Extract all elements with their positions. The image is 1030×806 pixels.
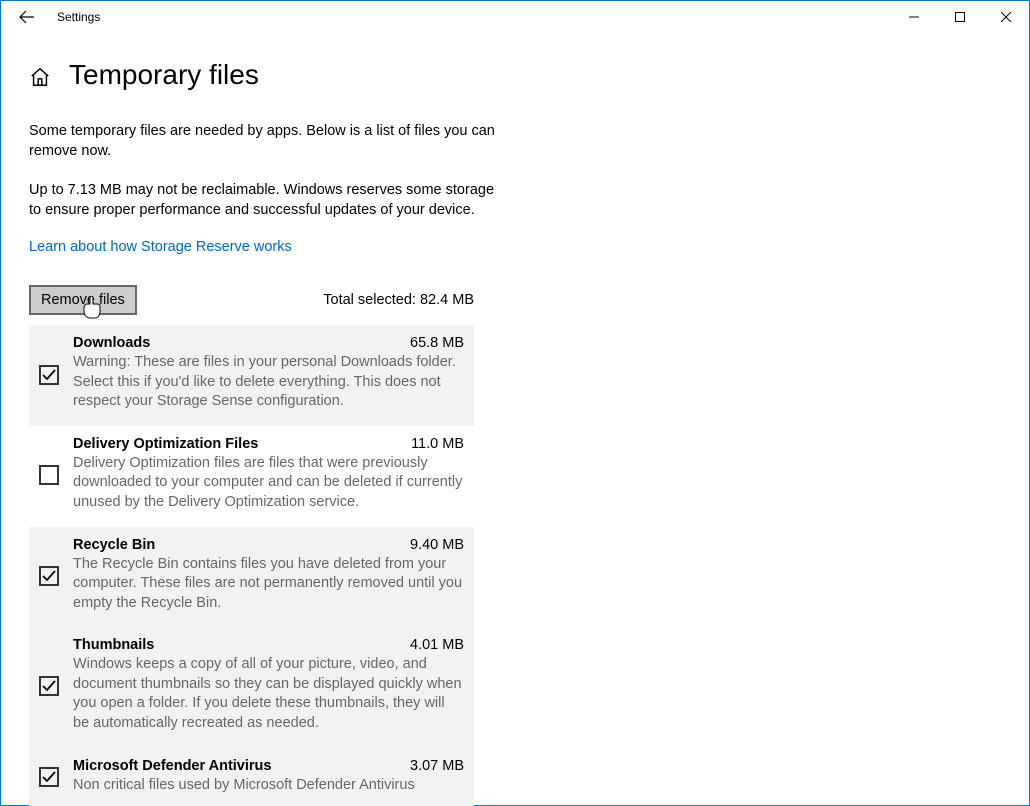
remove-files-button[interactable]: Remove files [29,285,137,315]
item-desc: Delivery Optimization files are files th… [73,454,464,513]
check-icon [42,570,56,582]
list-item[interactable]: Delivery Optimization Files11.0 MBDelive… [29,426,474,527]
checkbox[interactable] [39,676,59,696]
item-name: Delivery Optimization Files [73,436,258,452]
storage-reserve-link[interactable]: Learn about how Storage Reserve works [29,239,292,255]
item-head: Delivery Optimization Files 11.0 MB [73,436,464,452]
intro-section: Some temporary files are needed by apps.… [29,121,499,285]
item-body: Thumbnails 4.01 MB Windows keeps a copy of… [73,637,464,733]
intro-text-2: Up to 7.13 MB may not be reclaimable. Wi… [29,180,499,221]
check-icon [42,771,56,783]
total-selected: Total selected: 82.4 MB [323,292,474,308]
item-head: Downloads 65.8 MB [73,335,464,351]
back-button[interactable] [7,1,47,33]
item-size: 65.8 MB [410,335,464,351]
close-icon [1001,12,1011,22]
item-size: 9.40 MB [410,537,464,553]
minimize-icon [909,12,919,22]
back-arrow-icon [19,9,35,25]
list-item[interactable]: Downloads 65.8 MB Warning: These are files… [29,325,474,426]
item-head: Microsoft Defender Antivirus 3.07 MB [73,758,464,774]
item-size: 4.01 MB [410,637,464,653]
temp-files-list: Downloads 65.8 MB Warning: These are files… [29,325,474,806]
settings-window: Settings Temporary files Some temporary … [0,0,1030,806]
list-item[interactable]: Thumbnails 4.01 MB Windows keeps a copy of… [29,627,474,747]
item-body: Microsoft Defender Antivirus 3.07 MB Non c… [73,758,464,796]
item-name: Microsoft Defender Antivirus [73,758,271,774]
page-header: Temporary files [29,59,1029,91]
item-desc: The Recycle Bin contains files you have … [73,555,464,614]
check-icon [42,680,56,692]
item-desc: Non critical files used by Microsoft Def… [73,776,464,796]
checkbox[interactable] [39,767,59,787]
checkbox[interactable] [39,365,59,385]
intro-text-1: Some temporary files are needed by apps.… [29,121,499,162]
window-controls [891,1,1029,33]
check-icon [42,369,56,381]
item-body: Recycle Bin 9.40 MB The Recycle Bin contai… [73,537,464,614]
item-name: Recycle Bin [73,537,155,553]
list-item[interactable]: Microsoft Defender Antivirus 3.07 MB Non c… [29,748,474,806]
minimize-button[interactable] [891,1,937,33]
maximize-button[interactable] [937,1,983,33]
item-desc: Windows keeps a copy of all of your pict… [73,655,464,733]
titlebar: Settings [1,1,1029,33]
checkbox[interactable] [39,566,59,586]
item-head: Recycle Bin 9.40 MB [73,537,464,553]
maximize-icon [955,12,965,22]
item-desc: Warning: These are files in your persona… [73,353,464,412]
item-size: 3.07 MB [410,758,464,774]
list-item[interactable]: Recycle Bin 9.40 MB The Recycle Bin contai… [29,527,474,628]
item-name: Thumbnails [73,637,154,653]
app-title: Settings [57,10,100,24]
item-name: Downloads [73,335,150,351]
page-content: Temporary files Some temporary files are… [1,33,1029,806]
close-button[interactable] [983,1,1029,33]
page-title: Temporary files [69,59,259,91]
action-row: Remove files Total selected: 82.4 MB [29,285,474,315]
home-icon[interactable] [29,66,51,88]
item-body: Delivery Optimization Files11.0 MBDelive… [73,436,464,513]
item-body: Downloads 65.8 MB Warning: These are files… [73,335,464,412]
item-head: Thumbnails 4.01 MB [73,637,464,653]
item-size: 11.0 MB [411,436,464,452]
checkbox[interactable] [39,465,59,485]
